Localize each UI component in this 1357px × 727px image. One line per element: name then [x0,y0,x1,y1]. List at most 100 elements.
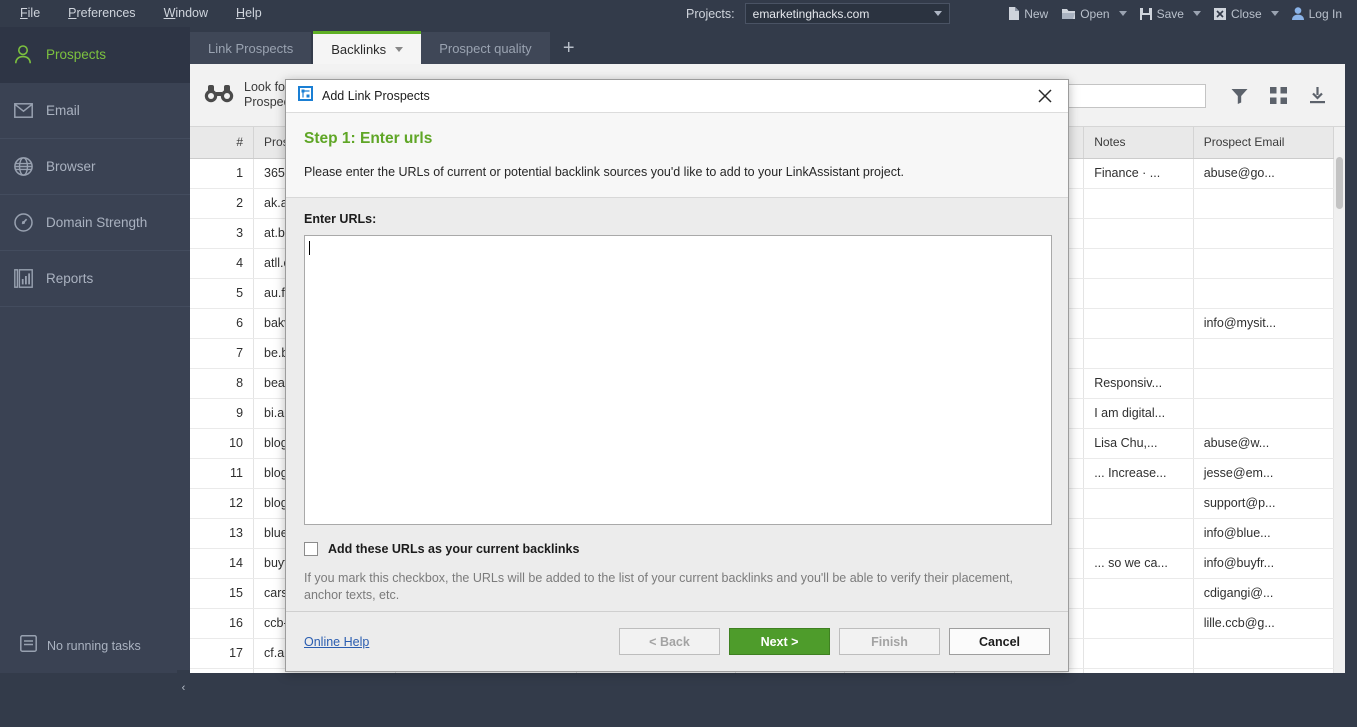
row-number[interactable]: 10 [190,428,255,459]
sidebar-item-email[interactable]: Email [0,83,190,139]
tab-backlinks[interactable]: Backlinks [313,31,422,64]
row-email[interactable]: jesse@em... [1193,458,1335,489]
row-email[interactable] [1193,218,1335,249]
row-notes[interactable] [1083,308,1194,339]
save-caret-icon[interactable] [1192,11,1201,16]
sidebar-item-label: Domain Strength [46,215,148,230]
row-email[interactable]: info@mysit... [1193,308,1335,339]
row-email[interactable] [1193,338,1335,369]
row-notes[interactable]: ... Increase... [1083,458,1194,489]
sidebar-item-reports[interactable]: Reports [0,251,190,307]
row-notes[interactable] [1083,518,1194,549]
row-notes[interactable] [1083,488,1194,519]
row-number[interactable]: 5 [190,278,255,309]
scrollbar-thumb[interactable] [1336,157,1343,209]
menu-window[interactable]: Window [150,0,222,27]
next-button[interactable]: Next > [729,628,830,655]
row-number[interactable]: 8 [190,368,255,399]
chevron-down-icon[interactable] [395,46,404,52]
add-as-backlinks-checkbox[interactable] [304,542,318,556]
row-email[interactable] [1193,248,1335,279]
row-email[interactable]: info@buyfr... [1193,548,1335,579]
row-email[interactable] [1193,638,1335,669]
tab-label: Link Prospects [208,40,294,56]
add-link-prospects-dialog: Add Link Prospects Step 1: Enter urls Pl… [285,79,1069,672]
save-button[interactable]: Save [1133,0,1191,27]
sidebar-item-domain-strength[interactable]: Domain Strength [0,195,190,251]
row-number[interactable]: 16 [190,608,255,639]
row-notes[interactable] [1083,578,1194,609]
row-email[interactable]: cdigangi@... [1193,578,1335,609]
row-email[interactable] [1193,398,1335,429]
download-icon[interactable] [1298,87,1337,104]
login-button[interactable]: Log In [1285,0,1349,27]
sidebar-item-prospects[interactable]: Prospects [0,27,190,83]
filter-icon[interactable] [1220,88,1259,104]
table-vertical-scrollbar[interactable] [1334,127,1345,673]
row-number[interactable]: 12 [190,488,255,519]
col-notes[interactable]: Notes [1083,127,1194,159]
user-icon [1291,7,1304,20]
menu-preferences[interactable]: Preferences [54,0,149,27]
grid-view-icon[interactable] [1259,87,1298,104]
row-notes[interactable] [1083,218,1194,249]
row-notes[interactable] [1083,638,1194,669]
row-email[interactable] [1193,368,1335,399]
sidebar-item-browser[interactable]: Browser [0,139,190,195]
close-button[interactable]: Close [1207,0,1269,27]
close-icon[interactable] [1028,80,1062,112]
urls-textarea[interactable] [304,235,1052,525]
menu-file[interactable]: File [6,0,54,27]
row-email[interactable]: info@blue... [1193,518,1335,549]
row-notes[interactable]: Finance · ... [1083,158,1194,189]
project-select[interactable]: emarketinghacks.com [744,3,950,24]
open-caret-icon[interactable] [1118,11,1127,16]
row-number[interactable]: 4 [190,248,255,279]
row-notes[interactable] [1083,608,1194,639]
row-notes[interactable] [1083,338,1194,369]
back-button[interactable]: < Back [619,628,720,655]
row-number[interactable]: 6 [190,308,255,339]
row-number[interactable]: 11 [190,458,255,489]
add-as-backlinks-label[interactable]: Add these URLs as your current backlinks [328,542,579,556]
row-number[interactable]: 1 [190,158,255,189]
col-prospect-email[interactable]: Prospect Email [1193,127,1335,159]
open-button[interactable]: Open [1055,0,1116,27]
row-number[interactable]: 2 [190,188,255,219]
tab-prospect-quality[interactable]: Prospect quality [421,32,550,64]
row-number[interactable]: 14 [190,548,255,579]
new-button[interactable]: New [1001,0,1055,27]
close-caret-icon[interactable] [1270,11,1279,16]
col-number[interactable]: # [190,127,255,159]
row-notes[interactable]: Responsiv... [1083,368,1194,399]
checkbox-hint-text: If you mark this checkbox, the URLs will… [304,571,1013,602]
row-notes[interactable]: Lisa Chu,... [1083,428,1194,459]
cancel-button[interactable]: Cancel [949,628,1050,655]
tab-link-prospects[interactable]: Link Prospects [190,32,312,64]
add-tab-button[interactable]: + [552,32,586,64]
finish-button[interactable]: Finish [839,628,940,655]
row-email[interactable]: support@p... [1193,488,1335,519]
row-email[interactable]: lille.ccb@g... [1193,608,1335,639]
sidebar-collapse-handle[interactable]: ‹ [177,670,190,705]
row-email[interactable] [1193,278,1335,309]
row-number[interactable]: 13 [190,518,255,549]
row-notes[interactable] [1083,248,1194,279]
dialog-footer: Online Help < Back Next > Finish Cancel [286,611,1068,671]
row-email[interactable]: abuse@w... [1193,428,1335,459]
menu-help[interactable]: Help [222,0,276,27]
row-notes[interactable]: I am digital... [1083,398,1194,429]
row-email[interactable] [1193,188,1335,219]
row-notes[interactable] [1083,188,1194,219]
row-number[interactable]: 7 [190,338,255,369]
online-help-link[interactable]: Online Help [304,635,369,649]
row-notes[interactable]: ... so we ca... [1083,548,1194,579]
row-number[interactable]: 9 [190,398,255,429]
row-number[interactable]: 3 [190,218,255,249]
search-input[interactable] [1061,83,1206,108]
row-number[interactable]: 17 [190,638,255,669]
row-notes[interactable] [1083,278,1194,309]
row-number[interactable]: 15 [190,578,255,609]
row-email[interactable]: abuse@go... [1193,158,1335,189]
project-selector-area: Projects: emarketinghacks.com [686,0,950,27]
